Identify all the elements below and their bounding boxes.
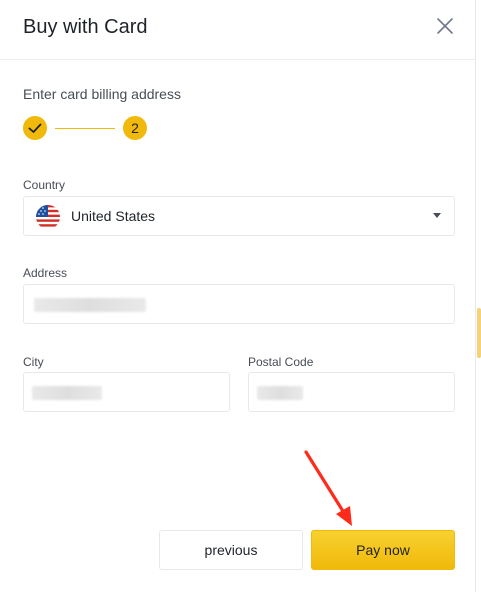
step-connector [55,128,115,129]
redacted-address [34,298,146,312]
close-icon [437,18,453,34]
step-instruction: Enter card billing address [23,86,181,102]
step-2-current: 2 [123,116,147,140]
modal-title: Buy with Card [23,16,148,38]
us-flag-icon [36,205,60,229]
address-field[interactable] [23,284,455,324]
postal-code-field[interactable] [248,372,455,412]
redacted-postal-code [257,386,303,400]
scrollbar-thumb[interactable] [477,308,481,358]
city-label: City [23,355,44,369]
check-icon [28,123,42,133]
pay-now-button[interactable]: Pay now [311,530,455,570]
modal-header: Buy with Card [0,0,476,60]
address-label: Address [23,266,68,280]
progress-stepper: 2 [23,116,153,142]
postal-code-label: Postal Code [248,355,314,369]
caret-down-icon [433,213,441,218]
buy-with-card-modal: Buy with Card Enter card billing address… [0,0,476,592]
previous-button[interactable]: previous [159,530,303,570]
redacted-city [32,386,102,400]
step-1-completed [23,116,47,140]
country-select[interactable]: United States [23,196,455,236]
close-button[interactable] [433,14,457,38]
country-value: United States [71,208,156,224]
country-label: Country [23,178,66,192]
red-arrow-icon [304,450,352,526]
city-field[interactable] [23,372,230,412]
